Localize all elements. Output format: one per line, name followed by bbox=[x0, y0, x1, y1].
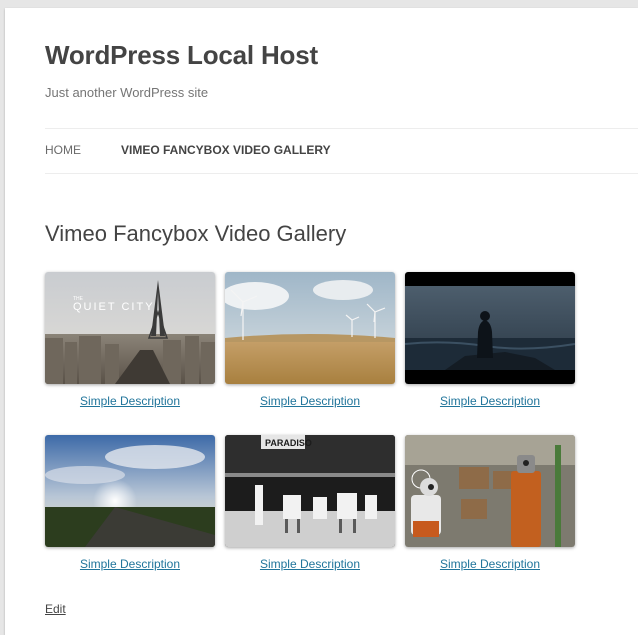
thumbnail-image bbox=[225, 272, 395, 384]
thumbnail-image: PARADISO bbox=[225, 435, 395, 547]
video-thumbnail-dark-sea[interactable] bbox=[405, 272, 575, 384]
thumbnail-overlay-title: QUIET CITY bbox=[73, 301, 155, 313]
divider bbox=[45, 128, 638, 129]
video-thumbnail-quiet-city[interactable]: THE QUIET CITY bbox=[45, 272, 215, 384]
video-thumbnail-robots[interactable] bbox=[405, 435, 575, 547]
video-caption[interactable]: Simple Description bbox=[45, 394, 215, 408]
video-caption[interactable]: Simple Description bbox=[225, 557, 395, 571]
thumbnail-overlay-title: PARADISO bbox=[265, 438, 312, 448]
nav-item-vimeo-gallery[interactable]: VIMEO FANCYBOX VIDEO GALLERY bbox=[121, 143, 331, 157]
edit-link[interactable]: Edit bbox=[45, 602, 66, 616]
page-title: Vimeo Fancybox Video Gallery bbox=[45, 221, 347, 246]
site-title[interactable]: WordPress Local Host bbox=[45, 40, 318, 71]
video-caption[interactable]: Simple Description bbox=[225, 394, 395, 408]
divider bbox=[45, 173, 638, 174]
video-thumbnail-sunset-road[interactable] bbox=[45, 435, 215, 547]
video-thumbnail-wind-turbines[interactable] bbox=[225, 272, 395, 384]
video-caption[interactable]: Simple Description bbox=[405, 394, 575, 408]
thumbnail-image bbox=[405, 435, 575, 547]
video-thumbnail-paradiso[interactable]: PARADISO bbox=[225, 435, 395, 547]
site-description: Just another WordPress site bbox=[45, 85, 209, 100]
video-caption[interactable]: Simple Description bbox=[405, 557, 575, 571]
video-caption[interactable]: Simple Description bbox=[45, 557, 215, 571]
thumbnail-image bbox=[45, 435, 215, 547]
nav-item-home[interactable]: HOME bbox=[45, 143, 81, 157]
thumbnail-image: THE QUIET CITY bbox=[45, 272, 215, 384]
thumbnail-image bbox=[405, 272, 575, 384]
page-container: WordPress Local Host Just another WordPr… bbox=[5, 8, 638, 635]
